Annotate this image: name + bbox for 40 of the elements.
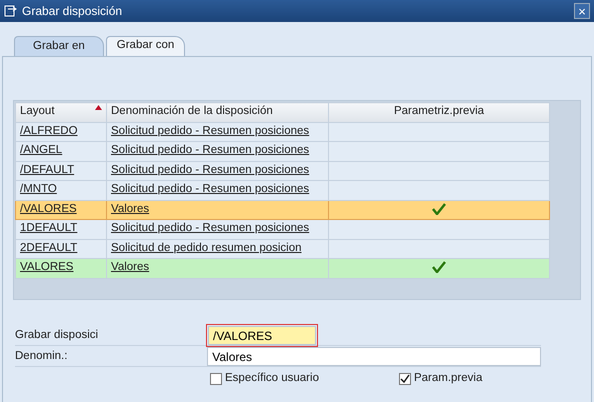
table-cell[interactable]: /DEFAULT: [16, 161, 106, 180]
table-cell[interactable]: [328, 258, 550, 278]
field-label: Denomin.:: [15, 350, 68, 364]
field-label: Grabar disposici: [15, 328, 100, 342]
table-cell[interactable]: [328, 161, 550, 180]
table-cell[interactable]: [328, 200, 550, 220]
table-cell[interactable]: /ALFREDO: [16, 122, 106, 142]
table-cell[interactable]: /VALORES: [16, 200, 106, 220]
table-cell[interactable]: 1DEFAULT: [16, 220, 106, 239]
table-cell[interactable]: [328, 142, 550, 161]
table-cell[interactable]: Solicitud de pedido resumen posicion: [106, 239, 328, 258]
table-cell[interactable]: [328, 180, 550, 200]
table-cell[interactable]: VALORES: [16, 258, 106, 278]
window-title: Grabar disposición: [22, 4, 122, 18]
window-icon: [4, 5, 18, 17]
table-cell[interactable]: Solicitud pedido - Resumen posiciones: [106, 122, 328, 142]
checkbox-label: Param.previa: [414, 372, 482, 386]
table-cell[interactable]: [328, 239, 550, 258]
table-cell[interactable]: Solicitud pedido - Resumen posiciones: [106, 161, 328, 180]
table-cell[interactable]: [328, 122, 550, 142]
tab[interactable]: Grabar con: [106, 36, 186, 56]
check-icon: [432, 261, 446, 274]
close-button[interactable]: ×: [574, 3, 590, 19]
table-cell[interactable]: Solicitud pedido - Resumen posiciones: [106, 180, 328, 200]
table-cell[interactable]: Valores: [106, 200, 328, 220]
table-cell[interactable]: Solicitud pedido - Resumen posiciones: [106, 220, 328, 239]
description-input[interactable]: Valores: [207, 347, 541, 366]
check-icon: [432, 202, 446, 215]
table-cell[interactable]: [328, 220, 550, 239]
checkbox[interactable]: [398, 372, 411, 385]
table-cell[interactable]: /MNTO: [16, 180, 106, 200]
table-cell[interactable]: Solicitud pedido - Resumen posiciones: [106, 142, 328, 161]
tab[interactable]: Grabar en: [14, 36, 104, 56]
checkbox[interactable]: [210, 372, 222, 385]
layout-input[interactable]: /VALORES: [208, 326, 316, 345]
table-cell[interactable]: 2DEFAULT: [16, 239, 106, 258]
table-cell[interactable]: /ANGEL: [16, 142, 106, 161]
checkbox-label: Específico usuario: [225, 372, 319, 386]
table-cell[interactable]: Valores: [106, 258, 328, 278]
sort-icon[interactable]: [95, 105, 102, 110]
